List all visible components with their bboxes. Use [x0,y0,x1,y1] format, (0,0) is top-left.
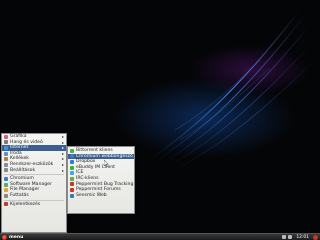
internet-icon [4,145,8,150]
taskbar: menu 12:01 [0,233,320,240]
start-menu-label: menu [9,234,24,240]
submenu-item-seesmic[interactable]: Seesmic Web [68,193,134,199]
irc-icon [70,176,74,181]
logout-icon [4,202,8,207]
settings-icon [4,168,8,173]
menu-item-label: Kijelentkezés [10,201,41,207]
dropbox-icon [70,159,74,164]
menu-item-label: Futtatás [10,192,29,198]
power-icon[interactable] [313,234,318,240]
accessories-icon [4,157,8,162]
menu-item-label: Seesmic Web [76,192,107,198]
peppermint-logo-icon [2,234,7,240]
software-manager-icon [4,182,8,187]
peppermint-icon [70,182,74,187]
start-menu-button[interactable]: menu [0,234,26,240]
clock[interactable]: 12:01 [296,235,309,240]
system-tray: 12:01 [282,234,320,240]
ice-icon [70,171,74,176]
menu-app-run[interactable]: Futtatás [2,193,66,199]
seesmic-icon [70,193,74,198]
file-manager-icon [4,188,8,193]
bittorrent-icon [70,148,74,153]
office-icon [4,151,8,156]
system-tools-icon [4,162,8,167]
internet-submenu: Bittorrent kliens Chromium webböngésző Dro… [67,146,135,214]
graphics-icon [4,134,8,139]
mouse-cursor-icon [104,160,109,167]
run-icon [4,193,8,198]
chromium-icon [4,176,8,181]
chromium-icon [70,154,74,159]
chevron-right-icon: ▸ [61,167,64,173]
volume-icon[interactable] [288,235,293,239]
menu-item-label: Beállítások [10,167,36,173]
logout-button[interactable]: Kijelentkezés [2,202,66,208]
multimedia-icon [4,140,8,145]
network-icon[interactable] [282,235,287,239]
main-menu: Grafika ▸ Hang és videó ▸ Internet ▸ Iroda ▸ Kel… [1,133,67,233]
peppermint-icon [70,187,74,192]
menu-item-settings[interactable]: Beállítások ▸ [2,168,66,174]
ebuddy-icon [70,165,74,170]
